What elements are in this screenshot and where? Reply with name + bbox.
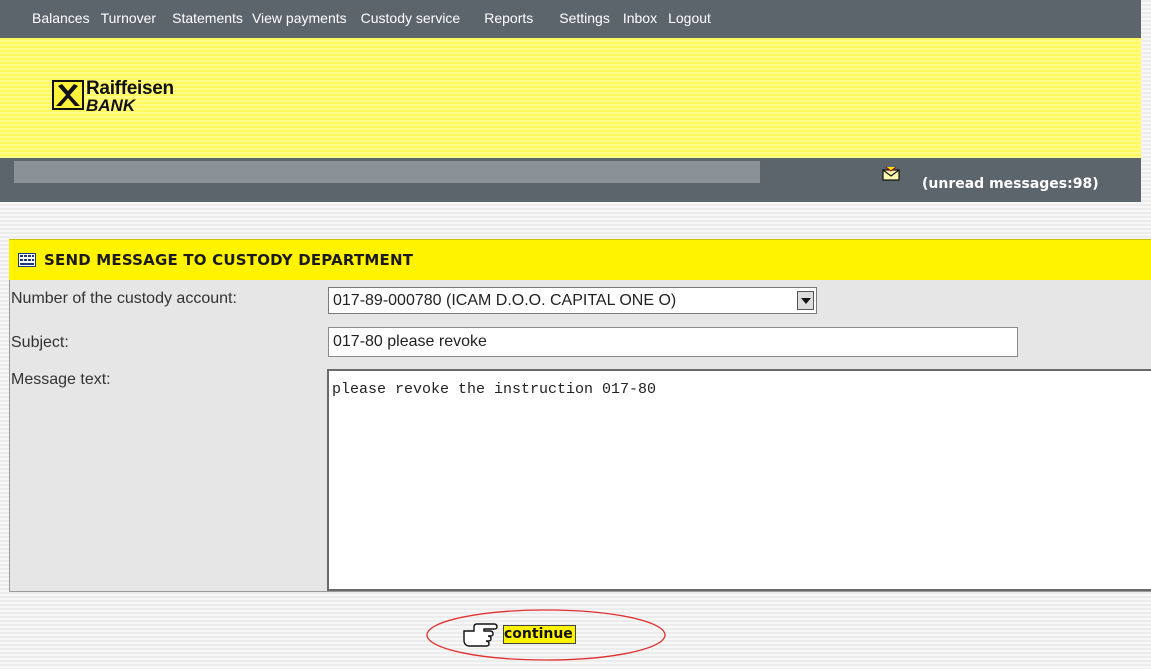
nav-settings[interactable]: Settings — [559, 0, 610, 25]
nav-statements[interactable]: Statements — [172, 0, 243, 25]
custody-account-select[interactable]: 017-89-000780 (ICAM D.O.O. CAPITAL ONE O… — [328, 287, 817, 314]
message-form: Number of the custody account: 017-89-00… — [9, 280, 1151, 592]
continue-area: continue — [425, 608, 667, 662]
subject-label: Subject: — [11, 334, 69, 351]
brand-header: Raiffeisen BANK — [0, 38, 1141, 158]
section-title: SEND MESSAGE TO CUSTODY DEPARTMENT — [44, 251, 414, 269]
nav-turnover[interactable]: Turnover — [101, 0, 157, 25]
continue-button[interactable]: continue — [503, 625, 576, 644]
section-header: SEND MESSAGE TO CUSTODY DEPARTMENT — [9, 239, 1151, 280]
brand-name: Raiffeisen — [86, 78, 174, 99]
brand-subname: BANK — [86, 96, 136, 115]
nav-custody-service[interactable]: Custody service — [361, 0, 461, 25]
message-text-label: Message text: — [11, 371, 111, 388]
status-strip — [14, 161, 760, 183]
top-navigation: Balances Turnover Statements View paymen… — [0, 0, 1141, 38]
envelope-icon — [882, 166, 900, 181]
raiffeisen-logo: Raiffeisen BANK — [52, 78, 174, 115]
pointer-hand-icon — [463, 623, 498, 647]
gable-cross-icon — [52, 80, 84, 110]
message-text-area[interactable]: please revoke the instruction 017-80 — [327, 369, 1151, 591]
nav-view-payments[interactable]: View payments — [252, 0, 347, 25]
status-bar: (unread messages:98) — [0, 158, 1141, 202]
nav-logout[interactable]: Logout — [668, 0, 711, 25]
custody-account-label: Number of the custody account: — [11, 290, 237, 307]
nav-reports[interactable]: Reports — [484, 0, 533, 25]
chevron-down-icon[interactable] — [797, 291, 814, 310]
nav-inbox[interactable]: Inbox — [623, 0, 657, 25]
nav-balances[interactable]: Balances — [32, 0, 90, 25]
subject-input[interactable] — [328, 327, 1018, 357]
unread-messages-count: (unread messages:98) — [922, 176, 1099, 192]
calculator-icon — [18, 253, 36, 267]
unread-messages-link[interactable]: (unread messages:98) — [882, 166, 1099, 192]
custody-account-value: 017-89-000780 (ICAM D.O.O. CAPITAL ONE O… — [333, 292, 677, 309]
